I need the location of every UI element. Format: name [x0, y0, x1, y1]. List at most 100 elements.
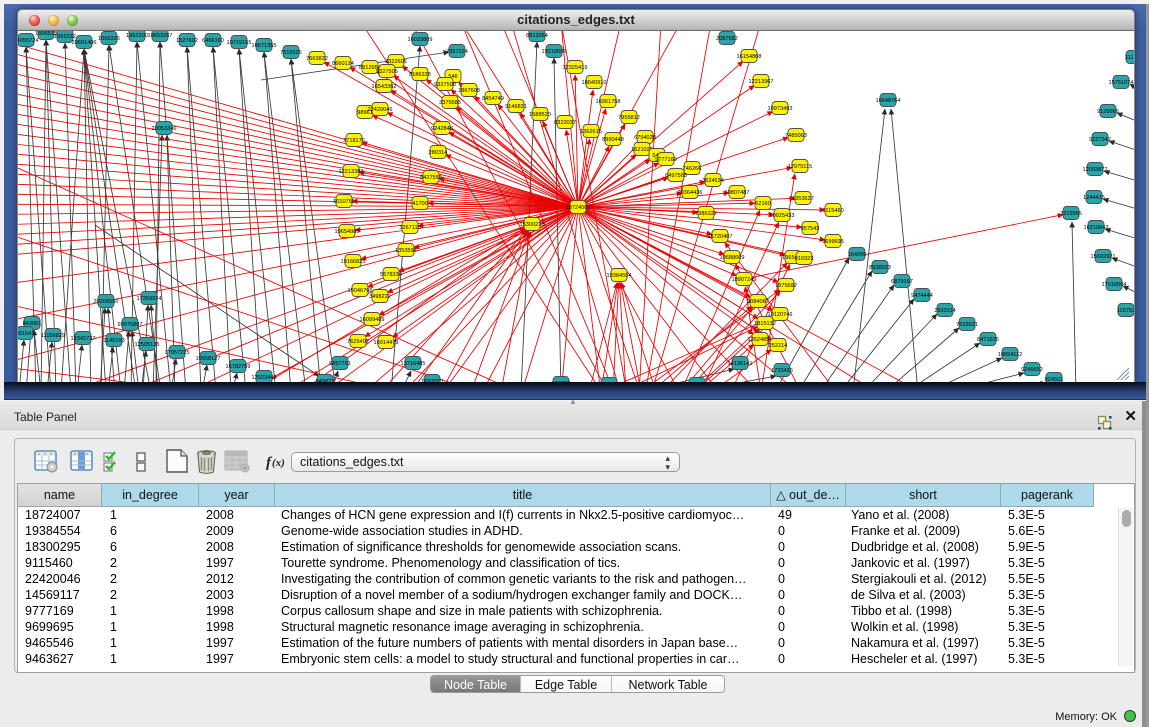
svg-text:391541: 391541	[18, 331, 34, 337]
svg-text:8186328: 8186328	[409, 72, 431, 78]
svg-text:19166825: 19166825	[341, 259, 366, 265]
svg-text:9115460: 9115460	[822, 208, 843, 214]
svg-text:16648764: 16648764	[876, 98, 901, 104]
svg-text:7386322: 7386322	[695, 211, 717, 217]
svg-text:12975115: 12975115	[788, 164, 812, 170]
svg-text:252214: 252214	[769, 343, 788, 349]
svg-text:17957225: 17957225	[165, 350, 190, 356]
svg-text:17359924: 17359924	[137, 296, 162, 302]
svg-text:12342737: 12342737	[71, 336, 96, 342]
svg-text:62160: 62160	[755, 201, 771, 207]
svg-text:41700: 41700	[412, 201, 428, 207]
svg-text:7485063: 7485063	[785, 133, 807, 139]
svg-text:16033809: 16033809	[408, 37, 433, 43]
svg-text:1353594: 1353594	[395, 248, 417, 254]
svg-text:14055724: 14055724	[18, 38, 38, 44]
svg-text:10654112: 10654112	[998, 352, 1022, 358]
svg-text:16210643: 16210643	[1084, 225, 1109, 231]
svg-text:18907249: 18907249	[732, 277, 757, 283]
svg-text:15300213: 15300213	[520, 222, 545, 228]
svg-text:2867608: 2867608	[458, 88, 480, 94]
svg-text:10958127: 10958127	[196, 356, 221, 362]
svg-text:13716485: 13716485	[401, 361, 426, 367]
svg-text:1065326: 1065326	[98, 36, 120, 42]
svg-text:8660124: 8660124	[332, 61, 354, 67]
svg-text:16099489: 16099489	[360, 317, 385, 323]
svg-text:19218506: 19218506	[542, 49, 567, 55]
svg-text:8471626: 8471626	[977, 337, 999, 343]
svg-text:957543: 957543	[801, 226, 820, 232]
svg-text:16543362: 16543362	[372, 84, 397, 90]
svg-text:16671355: 16671355	[252, 43, 277, 49]
svg-text:3215955: 3215955	[1060, 211, 1082, 217]
svg-text:6466160: 6466160	[202, 38, 224, 44]
svg-text:10807487: 10807487	[725, 190, 750, 196]
svg-text:9146821: 9146821	[505, 104, 527, 110]
svg-text:12093872: 12093872	[1083, 167, 1108, 173]
svg-text:3375685: 3375685	[439, 100, 461, 106]
svg-text:1975692: 1975692	[775, 283, 797, 289]
svg-text:7632621: 7632621	[956, 322, 978, 328]
svg-text:16154808: 16154808	[737, 54, 762, 60]
svg-text:99975887: 99975887	[118, 322, 143, 328]
svg-text:16782759: 16782759	[226, 364, 251, 370]
svg-text:1588520: 1588520	[529, 112, 551, 118]
svg-text:2933114: 2933114	[934, 308, 955, 314]
svg-text:11156829: 11156829	[41, 333, 65, 339]
svg-text:1362615: 1362615	[580, 129, 602, 135]
svg-text:16914479: 16914479	[374, 340, 399, 346]
svg-text:8427552: 8427552	[420, 175, 442, 181]
svg-text:10719155: 10719155	[227, 40, 252, 46]
svg-text:9084067: 9084067	[747, 299, 769, 305]
svg-text:164095: 164095	[848, 252, 867, 258]
svg-text:280314: 280314	[429, 150, 448, 156]
svg-text:3624534: 3624534	[702, 178, 724, 184]
svg-text:2718176: 2718176	[343, 138, 365, 144]
svg-text:14136141: 14136141	[728, 361, 753, 367]
svg-text:9327505: 9327505	[376, 69, 398, 75]
svg-text:6497568: 6497568	[665, 173, 687, 179]
svg-text:1815132: 1815132	[754, 321, 776, 327]
svg-text:7955812: 7955812	[618, 115, 640, 121]
svg-text:15751074: 15751074	[1109, 80, 1134, 86]
svg-text:12505135: 12505135	[135, 342, 160, 348]
svg-text:10653267: 10653267	[148, 33, 173, 39]
svg-text:7357224: 7357224	[446, 49, 468, 55]
svg-text:20206550: 20206550	[94, 299, 119, 305]
svg-text:8322037: 8322037	[554, 120, 576, 126]
svg-text:2087682: 2087682	[716, 36, 738, 42]
svg-text:12923448: 12923448	[252, 375, 277, 381]
svg-text:9129966: 9129966	[1097, 109, 1119, 115]
svg-text:16961758: 16961758	[596, 99, 621, 105]
svg-text:7663822: 7663822	[306, 56, 328, 62]
svg-text:18640910: 18640910	[582, 80, 607, 86]
svg-text:111243: 111243	[1125, 55, 1135, 61]
svg-text:8938923: 8938923	[869, 265, 891, 271]
svg-text:20364436: 20364436	[678, 190, 703, 196]
svg-text:5578334: 5578334	[380, 272, 402, 278]
svg-text:1010755: 1010755	[333, 199, 355, 205]
svg-text:22420046: 22420046	[368, 107, 393, 113]
svg-text:116753: 116753	[1117, 308, 1135, 314]
svg-text:3267110: 3267110	[399, 225, 420, 231]
svg-text:1145193: 1145193	[103, 338, 124, 344]
svg-text:1244415: 1244415	[1083, 195, 1105, 201]
svg-text:19384554: 19384554	[607, 273, 632, 279]
svg-text:10688609: 10688609	[720, 255, 745, 261]
svg-text:15720407: 15720407	[708, 234, 733, 240]
svg-text:916923: 916923	[795, 256, 814, 262]
svg-text:9474444: 9474444	[911, 293, 933, 299]
svg-text:10973493: 10973493	[768, 106, 793, 112]
svg-text:1527602: 1527602	[176, 38, 198, 44]
svg-text:18724007: 18724007	[566, 205, 591, 211]
svg-text:9699695: 9699695	[822, 239, 844, 245]
svg-text:1733426: 1733426	[771, 368, 793, 374]
svg-text:9227342: 9227342	[1089, 137, 1111, 143]
svg-text:9777169: 9777169	[655, 157, 677, 163]
svg-text:17016504: 17016504	[1102, 282, 1127, 288]
svg-text:8990448: 8990448	[602, 137, 624, 143]
svg-text:12213383: 12213383	[339, 169, 364, 175]
svg-text:9327508: 9327508	[434, 82, 456, 88]
svg-text:9245652: 9245652	[1021, 367, 1043, 373]
svg-text:20691406: 20691406	[72, 40, 97, 46]
